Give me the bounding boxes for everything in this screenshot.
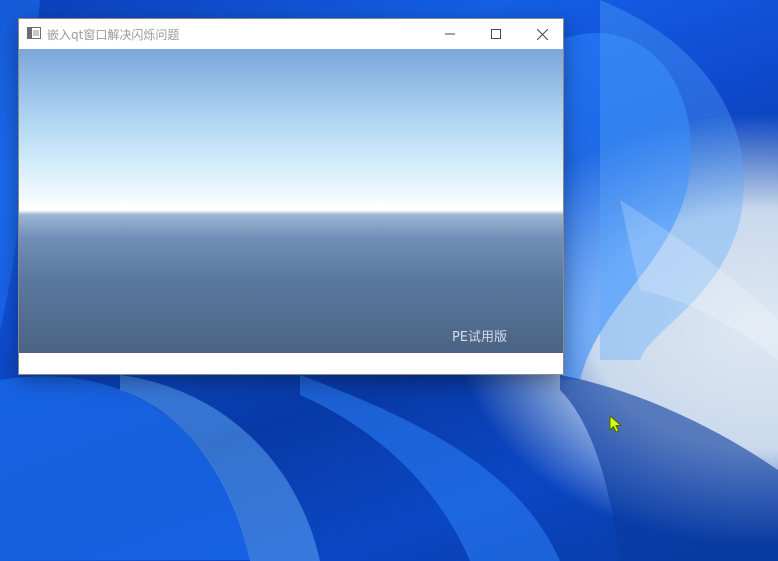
trial-watermark: PE试用版 [451,330,507,345]
mouse-cursor-icon [609,415,623,433]
minimize-icon [445,33,455,35]
minimize-button[interactable] [427,19,473,49]
app-window: 嵌入qt窗口解决闪烁问题 PE试用版 [18,18,564,375]
close-button[interactable] [519,19,565,49]
desktop: 嵌入qt窗口解决闪烁问题 PE试用版 [0,0,778,561]
close-icon [536,28,548,40]
window-bottom-area [19,353,563,374]
maximize-button[interactable] [473,19,519,49]
title-bar[interactable]: 嵌入qt窗口解决闪烁问题 [19,19,563,49]
app-window-icon [27,27,41,39]
maximize-icon [491,29,501,39]
window-title: 嵌入qt窗口解决闪烁问题 [47,28,180,42]
render-viewport[interactable]: PE试用版 [19,49,563,353]
